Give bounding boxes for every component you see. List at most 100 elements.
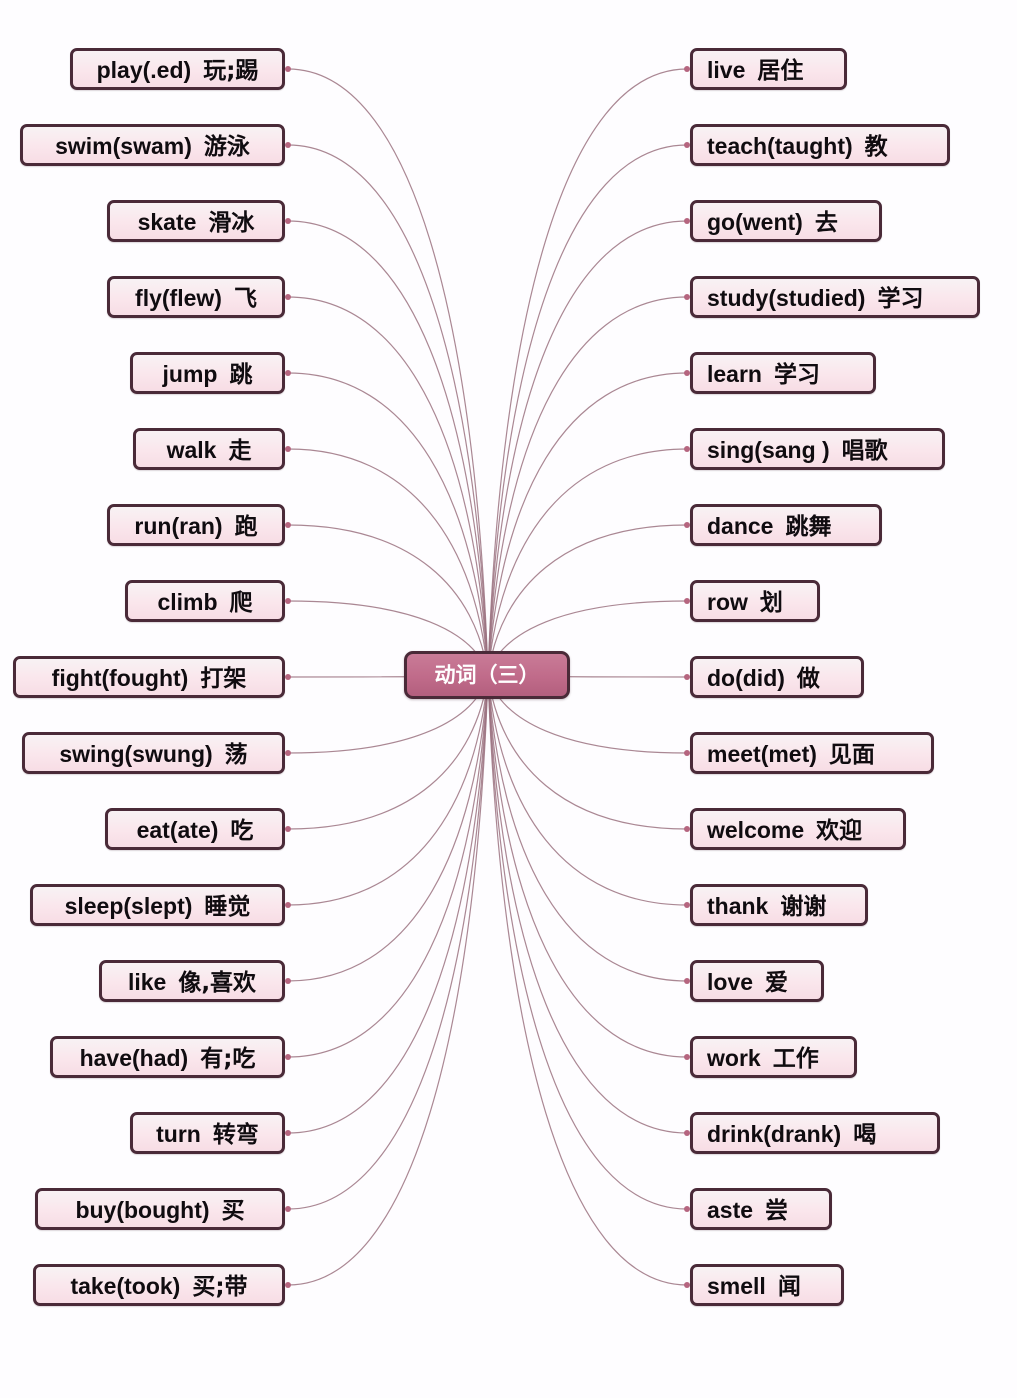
mindmap-node-left-3[interactable]: fly(flew) 飞: [107, 276, 285, 318]
mindmap-node-left-4[interactable]: jump 跳: [130, 352, 285, 394]
connector-endpoint: [684, 370, 690, 376]
node-english-term: go(went): [707, 209, 803, 235]
node-english-term: thank: [707, 893, 769, 919]
connector-line: [487, 674, 688, 982]
node-chinese-gloss: 跳: [229, 362, 253, 388]
connector-endpoint: [684, 1054, 690, 1060]
connector-line: [287, 674, 489, 1286]
connector-line: [487, 674, 688, 906]
mindmap-node-right-6[interactable]: dance 跳舞: [690, 504, 882, 546]
connector-endpoint: [285, 66, 291, 72]
node-english-term: study(studied): [707, 285, 866, 311]
node-chinese-gloss: 像,喜欢: [178, 970, 257, 996]
node-english-term: fly(flew): [135, 285, 222, 311]
node-english-term: turn: [156, 1121, 201, 1147]
node-chinese-gloss: 喝: [853, 1122, 877, 1148]
connector-endpoint: [684, 1282, 690, 1288]
mindmap-node-right-16[interactable]: smell 闻: [690, 1264, 844, 1306]
mindmap-node-left-6[interactable]: run(ran) 跑: [107, 504, 285, 546]
mindmap-node-right-11[interactable]: thank 谢谢: [690, 884, 868, 926]
connector-line: [287, 372, 489, 676]
mindmap-node-left-13[interactable]: have(had) 有;吃: [50, 1036, 285, 1078]
mindmap-node-left-10[interactable]: eat(ate) 吃: [105, 808, 285, 850]
node-english-term: aste: [707, 1197, 754, 1223]
mindmap-node-left-9[interactable]: swing(swung) 荡: [22, 732, 285, 774]
mindmap-node-right-10[interactable]: welcome 欢迎: [690, 808, 906, 850]
mindmap-node-left-12[interactable]: like 像,喜欢: [99, 960, 285, 1002]
node-chinese-gloss: 滑冰: [208, 210, 255, 236]
mindmap-node-left-15[interactable]: buy(bought) 买: [35, 1188, 285, 1230]
connector-endpoint: [285, 1282, 291, 1288]
mindmap-node-right-1[interactable]: teach(taught) 教: [690, 124, 950, 166]
mindmap-canvas: play(.ed) 玩;踢 swim(swam) 游泳 skate 滑冰 fly(flew)…: [0, 0, 1017, 1398]
mindmap-node-right-3[interactable]: study(studied) 学习: [690, 276, 980, 318]
mindmap-node-right-14[interactable]: drink(drank) 喝: [690, 1112, 940, 1154]
connector-line: [287, 674, 489, 1134]
mindmap-node-right-4[interactable]: learn 学习: [690, 352, 876, 394]
mindmap-node-right-0[interactable]: live 居住: [690, 48, 847, 90]
node-english-term: eat(ate): [136, 817, 219, 843]
node-chinese-gloss: 睡觉: [204, 894, 251, 920]
mindmap-node-right-12[interactable]: love 爱: [690, 960, 824, 1002]
mindmap-node-right-15[interactable]: aste 尝: [690, 1188, 832, 1230]
connector-endpoint: [285, 294, 291, 300]
connector-endpoint: [285, 1130, 291, 1136]
center-node[interactable]: 动词（三）: [404, 651, 570, 699]
node-english-term: row: [707, 589, 748, 615]
mindmap-node-left-5[interactable]: walk 走: [133, 428, 285, 470]
node-chinese-gloss: 工作: [772, 1046, 819, 1072]
mindmap-node-left-1[interactable]: swim(swam) 游泳: [20, 124, 285, 166]
connector-endpoint: [285, 1054, 291, 1060]
mindmap-node-right-7[interactable]: row 划: [690, 580, 820, 622]
node-english-term: live: [707, 57, 746, 83]
mindmap-node-left-16[interactable]: take(took) 买;带: [33, 1264, 285, 1306]
node-english-term: take(took): [70, 1273, 181, 1299]
node-english-term: play(.ed): [96, 57, 192, 83]
mindmap-node-right-5[interactable]: sing(sang ) 唱歌: [690, 428, 945, 470]
node-english-term: buy(bought): [75, 1197, 210, 1223]
connector-line: [487, 674, 688, 1210]
connector-endpoint: [285, 598, 291, 604]
node-english-term: skate: [137, 209, 197, 235]
node-chinese-gloss: 买;带: [192, 1274, 248, 1300]
connector-line: [287, 674, 489, 982]
node-english-term: walk: [166, 437, 217, 463]
connector-endpoint: [684, 66, 690, 72]
connector-endpoint: [285, 142, 291, 148]
connector-endpoint: [285, 674, 291, 680]
node-english-term: sing(sang ): [707, 437, 830, 463]
node-chinese-gloss: 教: [864, 134, 888, 160]
node-chinese-gloss: 打架: [200, 666, 247, 692]
mindmap-node-left-0[interactable]: play(.ed) 玩;踢: [70, 48, 285, 90]
connector-endpoint: [285, 1206, 291, 1212]
mindmap-node-right-2[interactable]: go(went) 去: [690, 200, 882, 242]
mindmap-node-left-7[interactable]: climb 爬: [125, 580, 285, 622]
mindmap-node-left-11[interactable]: sleep(slept) 睡觉: [30, 884, 285, 926]
connector-endpoint: [684, 1130, 690, 1136]
node-english-term: have(had): [79, 1045, 189, 1071]
node-chinese-gloss: 转弯: [212, 1122, 259, 1148]
connector-line: [487, 674, 688, 1286]
node-chinese-gloss: 爬: [229, 590, 253, 616]
connector-line: [287, 296, 489, 676]
mindmap-node-right-9[interactable]: meet(met) 见面: [690, 732, 934, 774]
connector-line: [287, 68, 489, 676]
connector-line: [487, 674, 688, 1134]
mindmap-node-left-8[interactable]: fight(fought) 打架: [13, 656, 285, 698]
connector-endpoint: [285, 522, 291, 528]
connector-endpoint: [285, 370, 291, 376]
node-english-term: jump: [162, 361, 218, 387]
connector-endpoint: [684, 218, 690, 224]
node-english-term: do(did): [707, 665, 785, 691]
node-english-term: swing(swung): [59, 741, 213, 767]
mindmap-node-right-8[interactable]: do(did) 做: [690, 656, 864, 698]
connector-line: [287, 144, 489, 676]
connector-line: [487, 674, 688, 1058]
connector-endpoint: [285, 218, 291, 224]
mindmap-node-left-14[interactable]: turn 转弯: [130, 1112, 285, 1154]
mindmap-node-right-13[interactable]: work 工作: [690, 1036, 857, 1078]
node-chinese-gloss: 玩;踢: [203, 58, 259, 84]
mindmap-node-left-2[interactable]: skate 滑冰: [107, 200, 285, 242]
node-chinese-gloss: 去: [814, 210, 838, 236]
node-chinese-gloss: 飞: [233, 286, 257, 312]
